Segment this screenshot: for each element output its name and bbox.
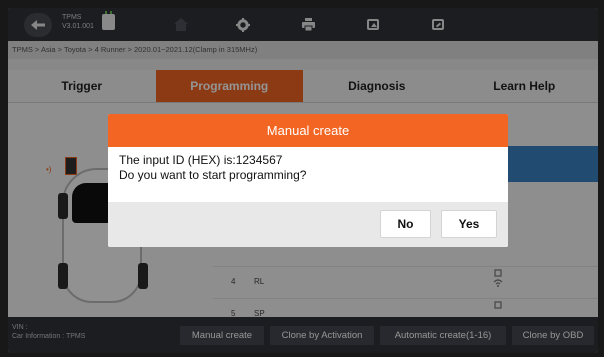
dialog-title: Manual create <box>108 114 508 147</box>
yes-button[interactable]: Yes <box>441 210 497 238</box>
dialog-question: Do you want to start programming? <box>119 168 307 182</box>
manual-create-dialog: Manual create The input ID (HEX) is:1234… <box>108 114 508 247</box>
no-button[interactable]: No <box>380 210 431 238</box>
dialog-id-line: The input ID (HEX) is:1234567 <box>119 153 283 167</box>
dialog-message: The input ID (HEX) is:1234567 Do you wan… <box>108 147 508 189</box>
dialog-footer: No Yes <box>108 202 508 247</box>
